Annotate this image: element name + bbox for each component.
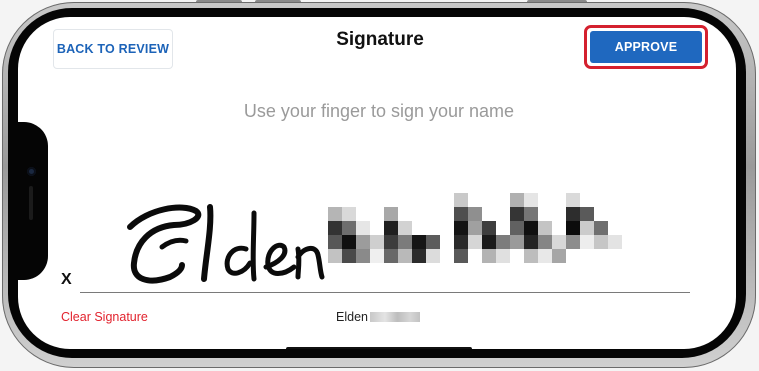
back-to-review-button[interactable]: BACK TO REVIEW xyxy=(53,29,173,69)
handwritten-signature xyxy=(127,193,622,284)
front-camera-icon xyxy=(27,167,36,176)
signature-line xyxy=(80,292,690,293)
signer-name-redaction xyxy=(369,312,420,322)
signer-name: Elden xyxy=(336,310,420,324)
signature-x-mark: X xyxy=(61,271,72,288)
speaker-grille xyxy=(29,186,33,220)
approve-button[interactable]: APPROVE xyxy=(590,31,702,63)
home-indicator[interactable] xyxy=(286,347,472,349)
screenshot: BACK TO REVIEW Signature APPROVE Use you… xyxy=(0,0,759,371)
signature-screen: BACK TO REVIEW Signature APPROVE Use you… xyxy=(18,17,736,349)
signature-canvas[interactable] xyxy=(78,167,698,297)
page-title: Signature xyxy=(336,29,424,50)
signature-redaction xyxy=(328,193,622,263)
signer-first-name: Elden xyxy=(336,310,368,324)
camera-notch xyxy=(18,122,48,280)
signature-instruction: Use your finger to sign your name xyxy=(243,101,515,121)
clear-signature-link[interactable]: Clear Signature xyxy=(61,310,148,324)
